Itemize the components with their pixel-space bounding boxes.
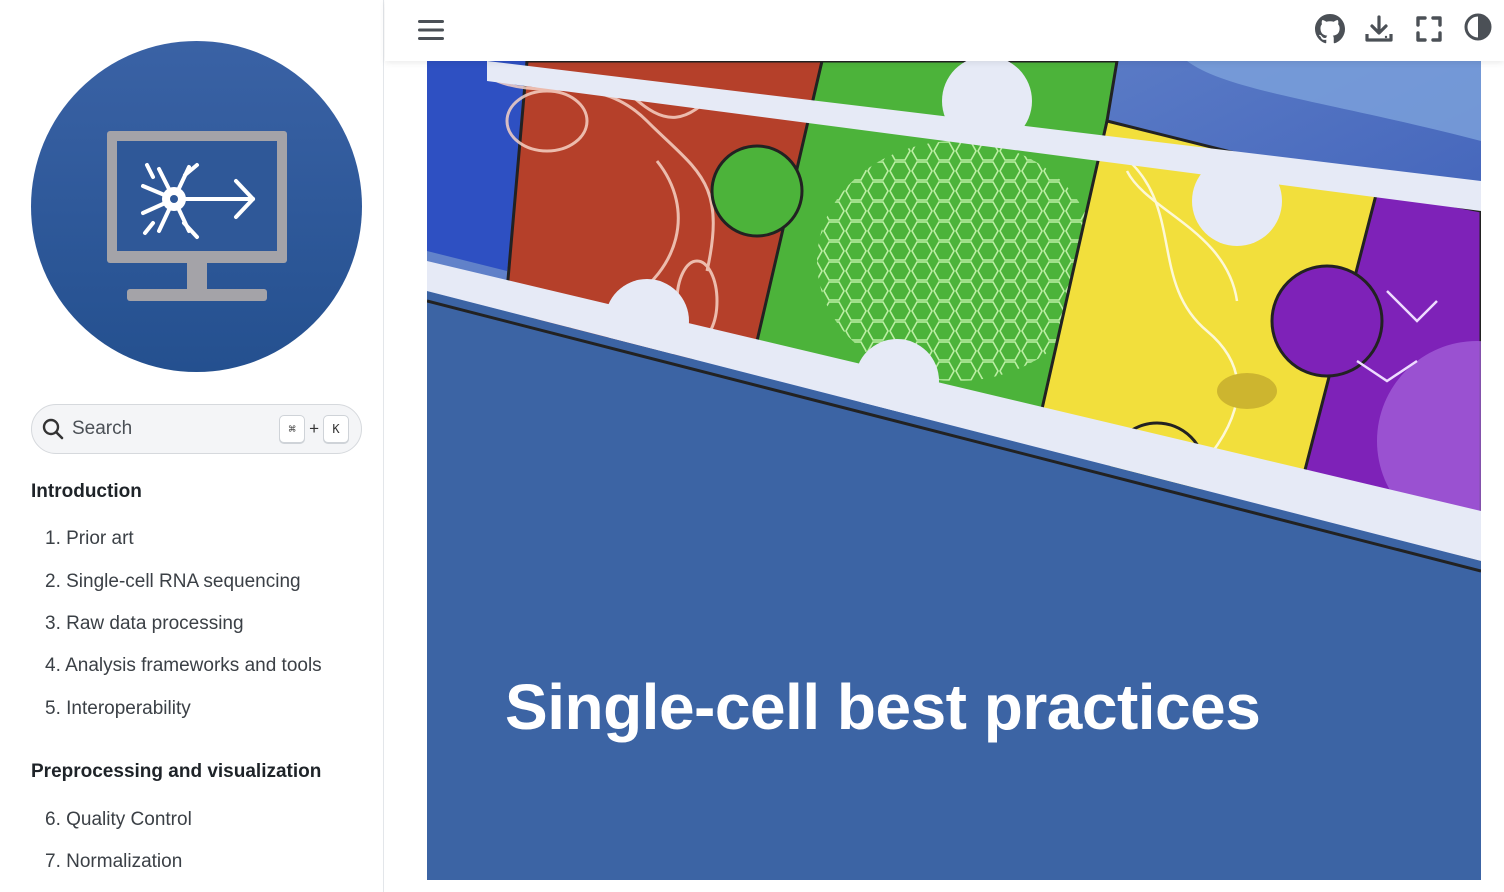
top-header: [385, 0, 1504, 61]
nav-item-prior-art[interactable]: 1. Prior art: [45, 528, 134, 550]
nav-item-raw-data-processing[interactable]: 3. Raw data processing: [45, 613, 244, 635]
hero-banner-image: [427, 61, 1481, 880]
nav-item-normalization[interactable]: 7. Normalization: [45, 851, 182, 873]
nav-item-interoperability[interactable]: 5. Interoperability: [45, 698, 191, 720]
hero-title: Single-cell best practices: [505, 671, 1261, 743]
shortcut-k-key: K: [323, 415, 349, 443]
search-placeholder: Search: [72, 418, 133, 439]
theme-toggle-icon[interactable]: [1463, 12, 1493, 42]
github-icon[interactable]: [1315, 14, 1345, 44]
puzzle-pieces-illustration: [427, 61, 1481, 880]
nav-item-single-cell-rna-sequencing[interactable]: 2. Single-cell RNA sequencing: [45, 571, 301, 593]
download-icon[interactable]: [1364, 14, 1394, 44]
shortcut-cmd-key: ⌘: [279, 415, 306, 443]
search-box[interactable]: Search ⌘ + K: [31, 404, 362, 454]
logo[interactable]: [31, 41, 362, 372]
nav-caption-introduction: Introduction: [31, 481, 142, 502]
nav-item-analysis-frameworks[interactable]: 4. Analysis frameworks and tools: [45, 655, 322, 677]
sidebar: Search ⌘ + K Introduction 1. Prior art 2…: [0, 0, 384, 892]
search-icon: [42, 418, 64, 440]
nav-caption-preprocessing: Preprocessing and visualization: [31, 761, 322, 782]
fullscreen-icon[interactable]: [1414, 14, 1444, 44]
shortcut-plus: +: [309, 419, 319, 438]
nav-item-quality-control[interactable]: 6. Quality Control: [45, 809, 192, 831]
hamburger-icon[interactable]: [418, 19, 444, 41]
